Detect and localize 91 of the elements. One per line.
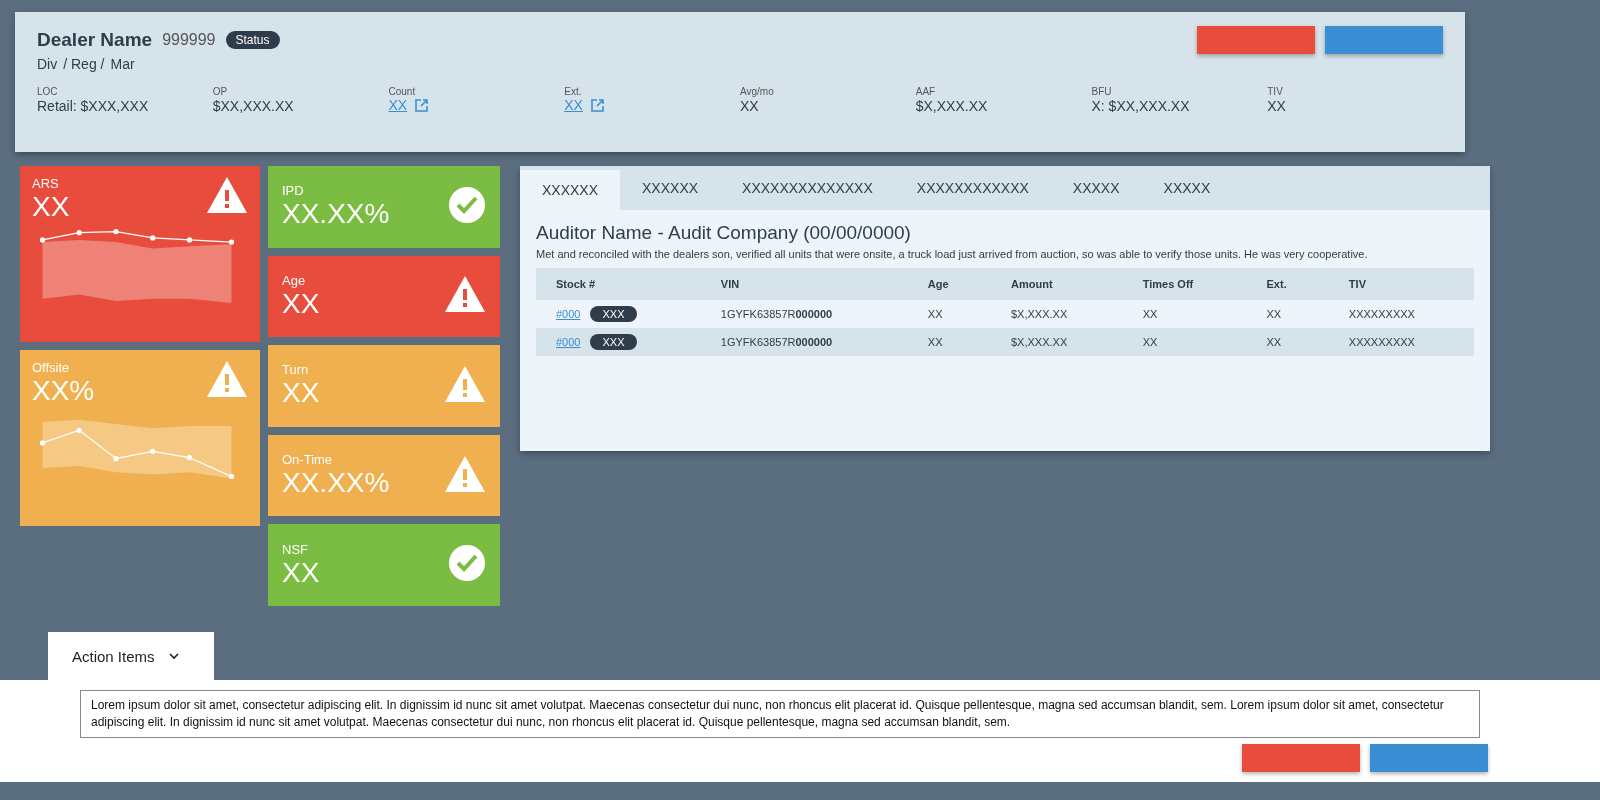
warning-icon	[206, 176, 248, 214]
check-circle-icon	[448, 544, 486, 583]
metric-value: XX%	[32, 375, 95, 407]
data-point	[228, 239, 235, 245]
field-value: Retail: $XXX,XXX	[37, 98, 149, 114]
tab[interactable]: XXXXXX	[520, 170, 621, 210]
action-items-tab[interactable]: Action Items	[48, 632, 214, 680]
column-header: TIV	[1328, 268, 1474, 300]
data-point	[150, 448, 156, 454]
column-header: Stock #	[536, 268, 701, 300]
metric-value: XX	[32, 191, 70, 223]
external-link-icon[interactable]	[415, 98, 429, 112]
data-point	[186, 237, 193, 243]
metric-value: XX.XX%	[282, 198, 391, 231]
tab[interactable]: XXXXXXXXXXXX	[894, 166, 1051, 210]
metric-value: XX.XX%	[282, 467, 391, 500]
metric-label: IPD	[282, 183, 305, 199]
field-label: Count	[388, 86, 417, 97]
table-cell: XX	[1246, 328, 1329, 356]
action-button[interactable]	[1370, 744, 1488, 772]
metric-value: XX	[282, 287, 321, 320]
field-value: XX	[740, 98, 759, 114]
warning-icon	[206, 360, 248, 398]
breadcrumb-item[interactable]: Mar	[110, 56, 135, 72]
data-point	[150, 235, 156, 241]
chevron-down-icon	[168, 652, 179, 660]
table-cell: XX	[1246, 300, 1329, 328]
check-circle-icon	[448, 185, 486, 224]
status-badge: Status	[225, 31, 280, 49]
table-cell: XX	[1122, 328, 1247, 356]
table-cell: XXXXXXXXX	[1328, 300, 1474, 328]
table-cell: $X,XXX.XX	[991, 328, 1123, 356]
metric-value: XX	[282, 556, 321, 589]
column-header: Ext.	[1246, 268, 1329, 300]
data-point	[113, 228, 119, 235]
data-point	[76, 230, 82, 236]
tab[interactable]: XXXXXXXXXXXXXX	[720, 166, 895, 210]
field-value: X: $XX,XXX.XX	[1091, 98, 1190, 114]
action-items-text: Lorem ipsum dolor sit amet, consectetur adipiscing elit. In dignissim id nunc sit amet volutpat. Maecenas consectetur dui nunc, non rhoncus elit placerat id. Quisque pellentesque, magna sed accumsan blandit, sem. Lorem ipsum dolor sit amet, consectetur adipiscing elit. In dignissim id nunc sit amet volutpat. Maecenas consectetur dui nunc, non rhoncus elit placerat id. Quisque pellentesque, magna sed accumsan blandit, sem.	[80, 690, 1480, 738]
auditor-title: Auditor Name - Audit Company (00/00/0000)	[536, 222, 912, 244]
metric-label: ARS	[32, 176, 60, 191]
column-header: Age	[907, 268, 991, 300]
data-point	[39, 237, 46, 243]
tab[interactable]: XXXXX	[1141, 166, 1233, 210]
table-cell: $X,XXX.XX	[991, 300, 1123, 328]
data-point	[228, 473, 235, 480]
metric-value: XX	[282, 377, 321, 410]
field-label: Avg/mo	[740, 86, 775, 97]
dealer-number: 999999	[162, 31, 216, 49]
data-point	[39, 440, 46, 446]
warning-icon	[444, 454, 486, 493]
field-label: Ext.	[564, 86, 583, 97]
metric-label: Turn	[282, 362, 310, 378]
data-point	[113, 456, 119, 462]
dealer-name: Dealer Name	[37, 29, 153, 51]
table-cell: XX	[907, 328, 991, 356]
breadcrumb-item[interactable]: / Reg /	[63, 56, 105, 72]
field-value: $XX,XXX.XX	[212, 98, 294, 114]
external-link-icon[interactable]	[590, 98, 604, 112]
metric-label: On-Time	[282, 452, 334, 468]
table-cell: XX	[1122, 300, 1247, 328]
table-cell: XXXXXXXXX	[1328, 328, 1474, 356]
data-point	[76, 427, 82, 433]
warning-icon	[444, 275, 486, 314]
stock-badge: XXX	[590, 306, 637, 322]
warning-icon	[444, 365, 486, 403]
header-button[interactable]	[1325, 26, 1443, 54]
vin-cell: 1GYFK63857R000000	[700, 328, 908, 356]
field-label: OP	[212, 86, 229, 97]
tab[interactable]: XXXXXX	[620, 166, 721, 210]
metric-label: Offsite	[32, 360, 71, 375]
column-header: VIN	[700, 268, 908, 300]
header-button[interactable]	[1197, 26, 1315, 54]
field-label: LOC	[37, 86, 59, 97]
field-label: AAF	[915, 86, 937, 97]
breadcrumb-item[interactable]: Div	[37, 56, 58, 72]
column-header: Amount	[991, 268, 1123, 300]
data-point	[186, 454, 193, 461]
stock-badge: XXX	[590, 334, 637, 350]
metric-label: Age	[282, 272, 307, 288]
field-value: XX	[1267, 98, 1286, 114]
action-button[interactable]	[1242, 744, 1360, 772]
metric-label: NSF	[282, 541, 309, 557]
field-label: TIV	[1267, 86, 1284, 97]
table-cell: XX	[907, 300, 991, 328]
tab[interactable]: XXXXX	[1050, 166, 1142, 210]
audit-note: Met and reconciled with the dealers son, verified all units that were onsite, a truck load just arrived from auction, so was able to verify those units. He was very cooperative.	[536, 248, 1369, 260]
column-header: Times Off	[1122, 268, 1247, 300]
field-label: BFU	[1091, 86, 1113, 97]
vin-cell: 1GYFK63857R000000	[700, 300, 908, 328]
field-value: $X,XXX.XX	[915, 98, 988, 114]
